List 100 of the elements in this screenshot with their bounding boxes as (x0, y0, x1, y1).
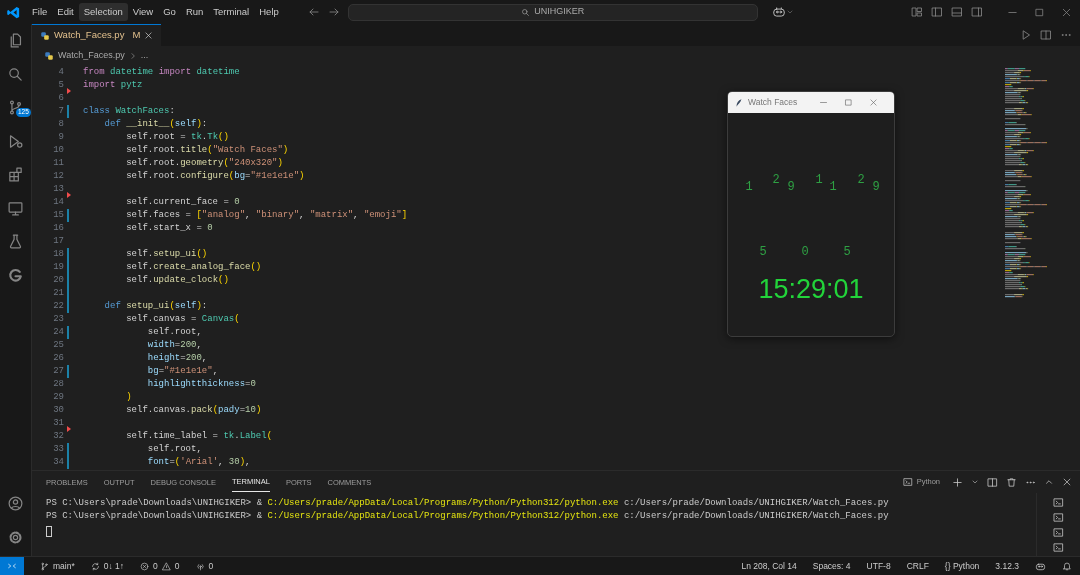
window-title: Watch Faces (748, 96, 799, 109)
menu-item[interactable]: File (27, 2, 53, 22)
terminal-icon (902, 477, 913, 487)
matrix-digit: 5 (843, 246, 851, 258)
menu-item[interactable]: Edit (52, 2, 79, 22)
search-icon (521, 7, 531, 17)
terminal-icon[interactable] (1053, 542, 1064, 553)
ring-icon[interactable] (7, 266, 24, 284)
account-icon[interactable] (7, 495, 24, 513)
command-center[interactable]: UNIHGIKER (347, 3, 758, 21)
matrix-digit: 1 (815, 174, 823, 186)
menu-item[interactable]: Selection (78, 2, 128, 22)
chevron-up-icon[interactable] (1044, 477, 1054, 487)
breadcrumb-item[interactable]: Watch_Faces.py (58, 49, 125, 63)
line-number: 20 (52, 274, 64, 287)
line-number: 25 (52, 339, 64, 352)
code-line: import pytz (83, 79, 143, 92)
sync-status[interactable]: 0↓ 1↑ (103, 559, 125, 573)
forward-arrow-icon[interactable] (327, 6, 340, 18)
plus-icon[interactable] (952, 476, 963, 488)
trash-icon[interactable] (1006, 476, 1017, 488)
cursor-position[interactable]: Ln 208, Col 14 (741, 559, 797, 573)
sync-icon (90, 561, 100, 571)
code-line: self.canvas.pack(pady=10) (125, 404, 262, 417)
indentation[interactable]: Spaces: 4 (812, 559, 851, 573)
line-number: 22 (52, 300, 64, 313)
layout-icon[interactable] (911, 6, 923, 18)
monitor-icon[interactable] (7, 199, 24, 217)
line-number: 10 (52, 144, 64, 157)
line-number: 21 (52, 287, 64, 300)
code-line: def setup_ui(self): (103, 300, 208, 313)
back-arrow-icon[interactable] (307, 6, 320, 18)
blocks-icon[interactable] (7, 166, 24, 184)
line-ending[interactable]: CRLF (906, 559, 929, 573)
terminal-icon[interactable] (1053, 512, 1064, 523)
code-line: height=200, (146, 352, 208, 365)
code-line: ) (125, 391, 132, 404)
close-icon[interactable] (1061, 6, 1072, 18)
caret-icon[interactable] (785, 8, 794, 16)
code-line: self.update_clock() (125, 274, 229, 287)
line-number: 12 (52, 170, 64, 183)
warning-count[interactable]: 0 (174, 559, 180, 573)
terminal-icon[interactable] (1053, 527, 1064, 538)
code-line: self.root.title("Watch Faces") (125, 144, 289, 157)
line-number: 24 (52, 326, 64, 339)
logo-icon (6, 4, 21, 20)
editor-tab[interactable]: Watch_Faces.py M (32, 24, 162, 46)
line-number: 27 (52, 365, 64, 378)
code-line: self.setup_ui() (125, 248, 208, 261)
terminal-line: PS C:\Users\prade\Downloads\UNIHGIKER> & C:/Users/prade/AppData/Local/Programs/Python/Python312/python.exe c:/Users/prade/Downloads/UNIHGIKER/Watch_Faces.py (46, 497, 890, 510)
encoding[interactable]: UTF-8 (866, 559, 891, 573)
error-icon (140, 561, 150, 571)
line-number: 30 (52, 404, 64, 417)
code-line: highlightthickness=0 (146, 378, 256, 391)
code-line: self.root.geometry("240x320") (125, 157, 283, 170)
menu-item[interactable]: Go (158, 2, 181, 22)
caret-icon[interactable] (971, 478, 979, 486)
maximize-icon[interactable] (1034, 6, 1045, 18)
sidebar-icon[interactable] (931, 6, 943, 18)
line-number: 23 (52, 313, 64, 326)
menu-item[interactable]: Run (180, 2, 209, 22)
play-bug-icon[interactable] (7, 132, 24, 150)
feather-icon (734, 97, 744, 108)
warning-icon (161, 561, 171, 571)
line-number: 32 (52, 430, 64, 443)
terminal-icon[interactable] (1053, 497, 1064, 508)
bell-icon[interactable] (1062, 561, 1072, 571)
close-icon[interactable] (144, 31, 154, 40)
menu-item[interactable]: Terminal (208, 2, 255, 22)
ports-count[interactable]: 0 (208, 559, 214, 573)
code-line: bg="#1e1e1e", (146, 365, 219, 378)
breadcrumb-item[interactable]: ... (140, 49, 149, 63)
interpreter-version[interactable]: 3.12.3 (995, 559, 1019, 573)
flask-icon[interactable] (7, 233, 24, 251)
error-count[interactable]: 0 (153, 559, 158, 573)
code-line: self.root, (146, 326, 202, 339)
menu-item[interactable]: Help (254, 2, 284, 22)
line-number: 29 (52, 391, 64, 404)
split-editor-icon[interactable] (1040, 29, 1052, 41)
code-line: self.faces = ["analog", "binary", "matrix", "emoji"] (125, 209, 408, 222)
line-number: 26 (52, 352, 64, 365)
line-number: 13 (52, 183, 64, 196)
matrix-digit: 9 (872, 181, 880, 193)
sidebar-icon[interactable] (971, 6, 983, 18)
code-line: self.current_face = 0 (125, 196, 240, 209)
search-icon[interactable] (7, 65, 24, 83)
split-icon[interactable] (987, 476, 998, 488)
menu-item[interactable]: View (127, 2, 159, 22)
code-line: self.root = tk.Tk() (125, 131, 229, 144)
language-mode[interactable]: {} Python (944, 559, 980, 573)
branch-name[interactable]: main* (53, 559, 75, 573)
line-number: 17 (52, 235, 64, 248)
line-number: 11 (52, 157, 64, 170)
code-line: font=('Arial', 30), (146, 456, 251, 469)
terminal-line: PS C:\Users\prade\Downloads\UNIHGIKER> & C:/Users/prade/AppData/Local/Programs/Python/Python312/python.exe c:/Users/prade/Downloads/UNIHGIKER/Watch_Faces.py (46, 509, 890, 522)
panel-icon[interactable] (951, 6, 963, 18)
modified-label: M (132, 28, 141, 43)
play-icon[interactable] (1020, 29, 1032, 41)
maximize-icon[interactable] (844, 98, 853, 107)
copilot-icon[interactable] (771, 5, 786, 19)
